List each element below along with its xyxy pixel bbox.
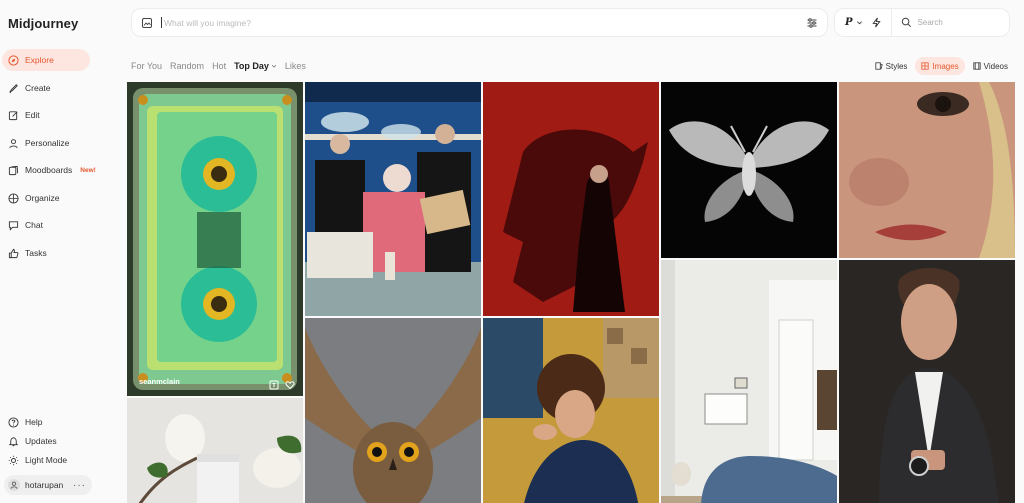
view-tabs: Styles Images Videos	[869, 57, 1014, 75]
sidebar-item-tasks[interactable]: Tasks	[2, 242, 90, 264]
tab-likes[interactable]: Likes	[285, 61, 306, 71]
tab-top-day-label: Top Day	[234, 61, 269, 71]
tab-random[interactable]: Random	[170, 61, 204, 71]
face-closeup-image	[839, 82, 1015, 258]
prompt-input[interactable]	[161, 17, 781, 28]
moodboard-icon	[8, 165, 19, 175]
search-icon	[901, 17, 911, 27]
sidebar-item-label: Create	[25, 83, 51, 93]
tile-username[interactable]: seanmclain	[139, 377, 180, 386]
sidebar-item-edit[interactable]: Edit	[2, 104, 90, 126]
help-icon	[8, 416, 19, 428]
sidebar-item-label: Tasks	[25, 248, 47, 258]
more-options-button[interactable]: ···	[73, 480, 86, 491]
chevron-down-icon[interactable]	[856, 19, 863, 26]
updates-label: Updates	[25, 436, 57, 446]
man-portrait-image	[839, 260, 1015, 503]
feed-tabs: For You Random Hot Top Day Likes	[131, 61, 314, 71]
help-label: Help	[25, 417, 43, 427]
edit-icon	[8, 110, 18, 120]
gallery-tile-owl[interactable]	[305, 318, 481, 503]
fashion-office-image	[305, 82, 481, 316]
sidebar-item-label: Organize	[25, 193, 60, 203]
username: hotarupan	[25, 480, 64, 490]
panther-shadow-image	[483, 82, 659, 316]
divider	[890, 8, 892, 37]
sidebar-item-label: Moodboards	[25, 165, 73, 175]
settings-sliders-icon[interactable]	[806, 17, 818, 29]
gallery-tile-panther-shadow[interactable]	[483, 82, 659, 316]
sidebar-updates[interactable]: Updates	[2, 432, 57, 450]
gallery-tile-moth[interactable]	[661, 82, 837, 258]
sidebar-item-explore[interactable]: Explore	[2, 49, 90, 71]
grid-icon	[8, 192, 19, 204]
search-input[interactable]	[917, 18, 998, 27]
images-icon	[921, 62, 930, 70]
brand-logo[interactable]: Midjourney	[8, 16, 78, 31]
brush-icon	[9, 83, 18, 93]
tab-styles[interactable]: Styles	[869, 57, 914, 75]
gallery-tile-mosaic-painting[interactable]	[483, 318, 659, 503]
personalize-toggle[interactable]: P	[845, 17, 853, 28]
sidebar-item-personalize[interactable]: Personalize	[2, 132, 90, 154]
sidebar-item-label: Edit	[25, 110, 40, 120]
tab-for-you[interactable]: For You	[131, 61, 162, 71]
person-icon	[9, 138, 18, 148]
gallery-tile-interior[interactable]	[661, 260, 837, 503]
sun-icon	[8, 455, 19, 465]
new-badge: New!	[80, 166, 96, 174]
sidebar: Midjourney Explore Create Edit Personali…	[0, 0, 112, 503]
light-mode-label: Light Mode	[25, 455, 68, 465]
interior-image	[661, 260, 837, 503]
sidebar-item-moodboards[interactable]: Moodboards New!	[2, 159, 96, 181]
gallery-tile-cassette[interactable]: seanmclain	[127, 82, 303, 396]
mosaic-painting-image	[483, 318, 659, 503]
top-right-bar: P	[834, 8, 1010, 37]
gallery-tile-fashion-office[interactable]	[305, 82, 481, 316]
gallery-tile-man-portrait[interactable]	[839, 260, 1015, 503]
chevron-down-icon	[271, 64, 277, 68]
sidebar-help[interactable]: Help	[2, 413, 42, 431]
image-gallery: seanmclain	[127, 82, 1015, 503]
moth-image	[661, 82, 837, 258]
user-menu[interactable]: hotarupan ···	[4, 475, 92, 495]
tab-styles-label: Styles	[885, 61, 908, 71]
tab-images-label: Images	[932, 61, 959, 71]
sidebar-light-mode[interactable]: Light Mode	[2, 451, 67, 469]
gallery-tile-magnolia[interactable]	[127, 398, 303, 503]
prompt-bar	[131, 8, 828, 37]
user-icon	[10, 481, 18, 489]
avatar	[8, 479, 20, 491]
tab-videos[interactable]: Videos	[967, 57, 1014, 75]
sidebar-item-organize[interactable]: Organize	[2, 187, 90, 209]
sidebar-item-label: Explore	[25, 55, 54, 65]
tab-images[interactable]: Images	[915, 57, 965, 75]
bell-icon	[8, 436, 19, 446]
tab-videos-label: Videos	[983, 61, 1008, 71]
heart-icon[interactable]	[285, 377, 295, 390]
bolt-icon[interactable]	[871, 17, 882, 28]
tab-top-day[interactable]: Top Day	[234, 61, 277, 71]
sidebar-item-chat[interactable]: Chat	[2, 214, 90, 236]
cassette-image	[127, 82, 303, 396]
sidebar-item-label: Chat	[25, 220, 43, 230]
sidebar-item-create[interactable]: Create	[2, 77, 90, 99]
thumbs-up-icon	[8, 248, 19, 258]
compass-icon	[8, 54, 19, 66]
chat-icon	[8, 220, 19, 231]
tile-actions	[269, 377, 295, 390]
magnolia-image	[127, 398, 303, 503]
sidebar-item-label: Personalize	[25, 138, 70, 148]
tab-hot[interactable]: Hot	[212, 61, 226, 71]
image-upload-icon[interactable]	[141, 17, 153, 29]
app-root: Midjourney Explore Create Edit Personali…	[0, 0, 1024, 503]
owl-image	[305, 318, 481, 503]
use-prompt-icon[interactable]	[269, 377, 279, 390]
videos-icon	[973, 62, 981, 70]
styles-icon	[875, 62, 883, 70]
gallery-tile-face-closeup[interactable]	[839, 82, 1015, 258]
